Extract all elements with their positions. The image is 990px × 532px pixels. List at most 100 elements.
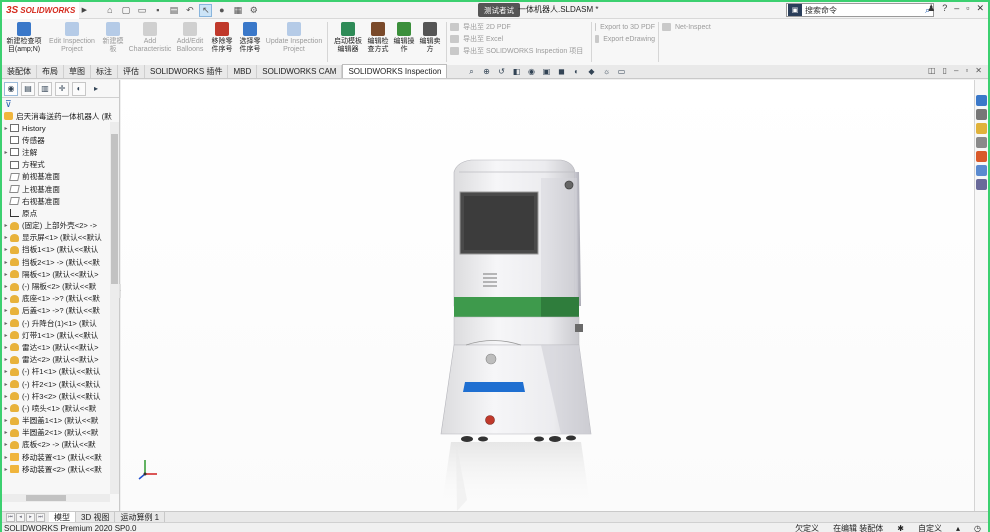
tree-item[interactable]: ▸ 注解 [2, 146, 110, 158]
save-icon[interactable]: ▪ [151, 4, 164, 17]
tree-item[interactable]: ▸ 灯带1<1> (默认<<默认 [2, 329, 110, 341]
expand-arrow-icon[interactable]: ▸ [2, 246, 10, 253]
zoom-area-icon[interactable]: ⊕ [481, 66, 492, 77]
tree-root-item[interactable]: 启天消毒送药一体机器人 (默 [2, 110, 112, 122]
tree-item[interactable]: 右视基准面 [2, 195, 110, 207]
export-item[interactable]: 导出至 SOLIDWORKS Inspection 项目 [450, 46, 588, 56]
viewport-close-icon[interactable]: ✕ [975, 66, 982, 75]
dimxpert-tab-icon[interactable]: ✛ [55, 81, 69, 96]
configuration-manager-tab-icon[interactable]: ▥ [38, 81, 52, 96]
panel-more-arrow-icon[interactable]: ▸ [89, 82, 103, 96]
display-style-icon[interactable]: ◼ [556, 66, 567, 77]
tree-item[interactable]: 上视基准面 [2, 183, 110, 195]
rebuild-icon[interactable]: ● [215, 4, 228, 17]
minimize-icon[interactable]: – [954, 3, 959, 14]
search-input[interactable]: 搜索命令 [805, 5, 837, 16]
update-inspection-project-button[interactable]: Update Inspection Project [264, 19, 324, 54]
export-item[interactable]: Export to 3D PDF [595, 22, 655, 32]
display-manager-tab-icon[interactable]: ◐ [72, 81, 86, 96]
view-palette-icon[interactable] [976, 137, 987, 148]
expand-arrow-icon[interactable]: ▸ [2, 332, 10, 339]
next-tab-arrow-icon[interactable]: ▸ [26, 512, 35, 522]
search-scope-icon[interactable]: ▣ [788, 4, 802, 16]
export-item[interactable]: Export eDrawing [595, 34, 655, 44]
expand-arrow-icon[interactable]: ▸ [2, 441, 10, 448]
robot-model-render[interactable] [121, 80, 974, 511]
expand-arrow-icon[interactable]: ▸ [2, 381, 10, 388]
edit-inspection-project-button[interactable]: Edit Inspection Project [46, 19, 98, 54]
tree-item[interactable]: ▸ (固定) 上部外壳<2> -> [2, 220, 110, 232]
tree-horizontal-scrollbar[interactable] [2, 494, 110, 502]
file-properties-icon[interactable]: ▦ [231, 4, 244, 17]
hide-show-icon[interactable]: ◐ [571, 66, 582, 77]
new-inspection-project-button[interactable]: 新建检查项 目(amp;N) [2, 19, 46, 54]
bottom-tab[interactable]: 运动算例 1 [115, 511, 166, 523]
select-pointer-icon[interactable]: ↖ [199, 3, 213, 17]
tree-item[interactable]: ▸ 隔板<1> (默认<<默认> [2, 268, 110, 280]
command-tab[interactable]: 装配体 [2, 65, 37, 78]
tree-vertical-scrollbar[interactable] [110, 122, 119, 494]
tree-item[interactable]: ▸ 移动装置<1> (默认<<默 [2, 451, 110, 463]
options-gear-icon[interactable]: ⚙ [247, 4, 260, 17]
close-icon[interactable]: ✕ [976, 3, 984, 14]
expand-arrow-icon[interactable]: ▸ [2, 466, 10, 473]
view-settings-icon[interactable]: ▭ [616, 66, 627, 77]
expand-arrow-icon[interactable]: ▸ [2, 454, 10, 461]
tree-item[interactable]: 方程式 [2, 159, 110, 171]
zoom-to-fit-icon[interactable]: ⌕ [466, 66, 477, 77]
export-item[interactable]: 导出至 Excel [450, 34, 588, 44]
appearances-icon[interactable] [976, 151, 987, 162]
tree-item[interactable]: 原点 [2, 207, 110, 219]
command-tab[interactable]: MBD [228, 65, 258, 78]
add-edit-balloons-button[interactable]: Add/Edit Balloons [172, 19, 208, 54]
tree-item[interactable]: ▸ 显示屏<1> (默认<<默认 [2, 232, 110, 244]
bottom-tab[interactable]: 模型 [49, 511, 76, 523]
user-icon[interactable]: ♟ [927, 3, 935, 14]
status-rebuild-icon[interactable]: ✱ [890, 524, 911, 532]
launch-template-editor-button[interactable]: 启动模板 编辑器 [331, 19, 365, 54]
restore-icon[interactable]: ▫ [966, 3, 969, 14]
expand-arrow-icon[interactable]: ▸ [2, 234, 10, 241]
tree-item[interactable]: ▸ (-) 杆1<1> (默认<<默认 [2, 366, 110, 378]
tree-item[interactable]: ▸ 后盖<1> ->? (默认<<默 [2, 305, 110, 317]
expand-arrow-icon[interactable]: ▸ [2, 271, 10, 278]
dynamic-annotation-icon[interactable]: ◉ [526, 66, 537, 77]
export-item[interactable]: 导出至 2D PDF [450, 22, 588, 32]
forum-icon[interactable] [976, 179, 987, 190]
section-view-icon[interactable]: ◧ [511, 66, 522, 77]
tree-item[interactable]: ▸ 移动装置<2> (默认<<默 [2, 463, 110, 475]
open-folder-icon[interactable]: ▭ [135, 4, 148, 17]
select-balloon-button[interactable]: 选择零 件序号 [236, 19, 264, 54]
design-library-icon[interactable] [976, 109, 987, 120]
menu-expand-arrow-icon[interactable]: ▶ [79, 2, 89, 19]
tree-item[interactable]: ▸ (-) 隔板<2> (默认<<默 [2, 280, 110, 292]
tree-item[interactable]: ▸ 挡板2<1> -> (默认<<默 [2, 256, 110, 268]
tree-item[interactable]: ▸ (-) 升降台(1)<1> (默认 [2, 317, 110, 329]
remove-balloon-button[interactable]: 移除零 件序号 [208, 19, 236, 54]
expand-arrow-icon[interactable]: ▸ [2, 307, 10, 314]
last-tab-arrow-icon[interactable]: ⏭ [36, 512, 45, 522]
help-icon[interactable]: ? [942, 3, 947, 14]
custom-properties-icon[interactable] [976, 165, 987, 176]
tree-item[interactable]: ▸ 雷达<2> (默认<<默认> [2, 354, 110, 366]
viewport-tile-icon[interactable]: ◫ [928, 66, 936, 75]
viewport-minimize-icon[interactable]: – [954, 66, 958, 75]
expand-arrow-icon[interactable]: ▸ [2, 259, 10, 266]
new-document-icon[interactable]: ▢ [119, 4, 132, 17]
tree-item[interactable]: ▸ 半圆盖2<1> (默认<<默 [2, 427, 110, 439]
edit-vendor-button[interactable]: 编辑卖 方 [417, 19, 443, 54]
scene-icon[interactable]: ☼ [601, 66, 612, 77]
view-orientation-icon[interactable]: ▣ [541, 66, 552, 77]
command-tab[interactable]: 布局 [37, 65, 64, 78]
tree-item[interactable]: ▸ (-) 杆2<1> (默认<<默认 [2, 378, 110, 390]
expand-arrow-icon[interactable]: ▸ [2, 222, 10, 229]
command-tab[interactable]: SOLIDWORKS 插件 [145, 65, 229, 78]
scrollbar-thumb[interactable] [26, 495, 66, 501]
tree-item[interactable]: 前视基准面 [2, 171, 110, 183]
edit-inspection-method-button[interactable]: 编辑检 查方式 [365, 19, 391, 54]
expand-arrow-icon[interactable]: ▸ [2, 344, 10, 351]
home-icon[interactable]: ⌂ [103, 4, 116, 17]
expand-arrow-icon[interactable]: ▸ [2, 356, 10, 363]
tree-item[interactable]: ▸ 挡板1<1> (默认<<默认 [2, 244, 110, 256]
first-tab-arrow-icon[interactable]: ⏮ [6, 512, 15, 522]
